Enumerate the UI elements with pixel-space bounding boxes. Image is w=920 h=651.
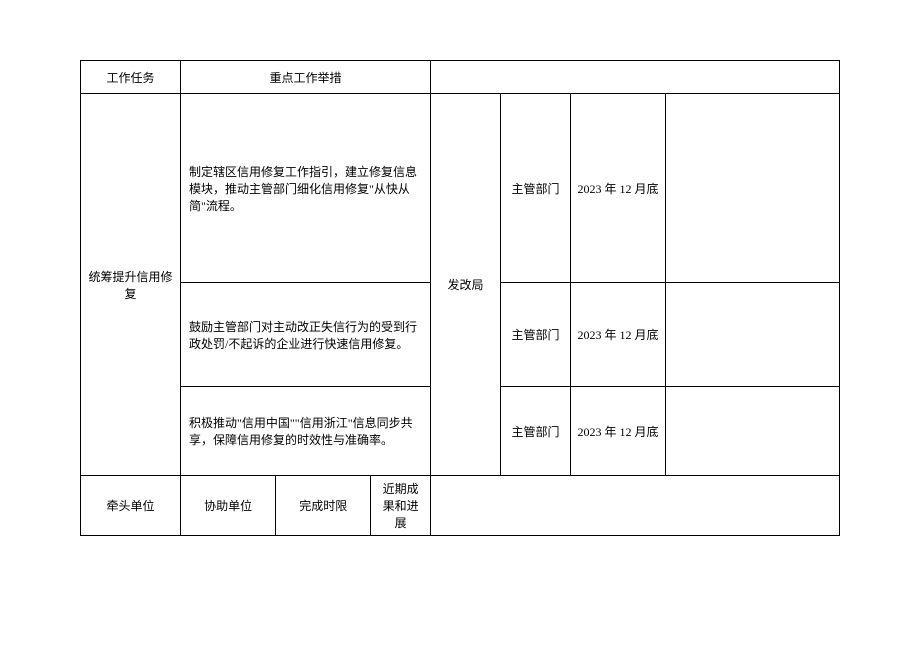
footer-lead-unit: 牵头单位 xyxy=(81,476,181,536)
assist-unit-cell: 主管部门 xyxy=(501,94,571,283)
footer-deadline: 完成时限 xyxy=(276,476,371,535)
work-plan-table: 工作任务 重点工作举措 统筹提升信用修复 制定辖区信用修复工作指引，建立修复信息… xyxy=(80,60,840,536)
footer-header-row: 牵头单位 协助单位 完成时限 近期成果和进展 xyxy=(81,476,840,536)
assist-unit-cell: 主管部门 xyxy=(501,387,571,476)
footer-progress: 近期成果和进展 xyxy=(371,476,430,535)
assist-unit-cell: 主管部门 xyxy=(501,283,571,387)
table-row: 统筹提升信用修复 制定辖区信用修复工作指引，建立修复信息模块，推动主管部门细化信… xyxy=(81,94,840,283)
measure-cell: 鼓励主管部门对主动改正失信行为的受到行政处罚/不起诉的企业进行快速信用修复。 xyxy=(181,283,431,387)
header-measures: 重点工作举措 xyxy=(181,61,431,94)
table-header-row: 工作任务 重点工作举措 xyxy=(81,61,840,94)
header-spacer xyxy=(431,61,840,94)
deadline-cell: 2023 年 12 月底 xyxy=(571,387,666,476)
footer-assist-unit: 协助单位 xyxy=(181,476,276,535)
task-cell: 统筹提升信用修复 xyxy=(81,94,181,476)
lead-unit-cell: 发改局 xyxy=(431,94,501,476)
header-task: 工作任务 xyxy=(81,61,181,94)
progress-cell xyxy=(666,94,840,283)
footer-spacer xyxy=(431,476,840,536)
measure-cell: 积极推动"信用中国""信用浙江"信息同步共享，保障信用修复的时效性与准确率。 xyxy=(181,387,431,476)
progress-cell xyxy=(666,283,840,387)
measure-cell: 制定辖区信用修复工作指引，建立修复信息模块，推动主管部门细化信用修复"从快从简"… xyxy=(181,94,431,283)
deadline-cell: 2023 年 12 月底 xyxy=(571,283,666,387)
deadline-cell: 2023 年 12 月底 xyxy=(571,94,666,283)
progress-cell xyxy=(666,387,840,476)
